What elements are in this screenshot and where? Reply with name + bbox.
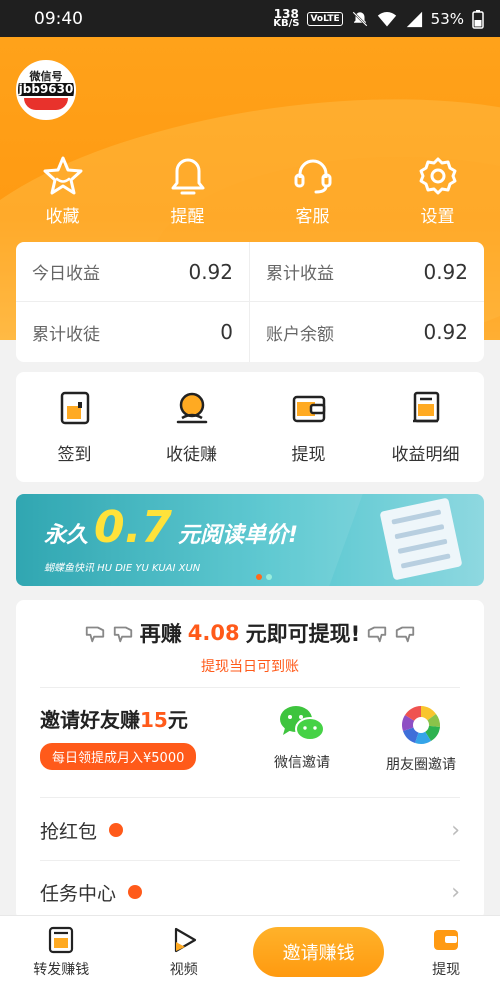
tab-video[interactable]: 视频: [122, 925, 244, 979]
withdraw-prompt: 再赚 4.08 元即可提现! 提现当日可到账: [16, 618, 484, 676]
wallet-icon: [292, 395, 325, 422]
pointing-hand-icon: [85, 626, 104, 643]
withdraw-action-button[interactable]: 提现: [250, 390, 367, 465]
quick-actions: 签到 收徒赚 提现 收益明细: [16, 372, 484, 482]
carousel-dots: [256, 574, 272, 580]
apprentice-earn-button[interactable]: 收徒赚: [133, 390, 250, 465]
wifi-icon: [377, 11, 396, 26]
total-earnings[interactable]: 累计收益 0.92: [250, 242, 484, 302]
bell-icon: [171, 158, 204, 195]
ledger-icon: [412, 391, 439, 422]
banner-subtitle: 蝴蝶鱼快讯 HU DIE YU KUAI XUN: [44, 563, 201, 574]
play-icon: [174, 927, 196, 953]
gear-icon: [419, 157, 456, 195]
headset-icon: [294, 159, 331, 194]
banner-headline: 永久 0.7 元阅读单价!: [44, 502, 299, 553]
earnings-card: 今日收益 0.92 累计收益 0.92 累计收徒 0 账户余额 0.92: [16, 242, 484, 362]
clock: 09:40: [34, 8, 83, 29]
battery-icon: [472, 9, 484, 29]
receipt-illustration: [379, 497, 463, 581]
withdraw-note: 提现当日可到账: [201, 659, 299, 675]
task-center-row[interactable]: 任务中心 ›: [40, 862, 460, 922]
total-apprentices[interactable]: 累计收徒 0: [16, 302, 250, 362]
mute-icon: [352, 10, 368, 27]
invite-friends[interactable]: 邀请好友赚15元 每日领提成月入¥5000: [40, 704, 197, 770]
volte-badge: VoLTE: [307, 11, 343, 26]
network-speed: 138 KB/S: [273, 6, 300, 29]
apprentice-icon: [176, 392, 207, 423]
wechat-icon: [280, 706, 325, 741]
reminder-button[interactable]: 提醒: [125, 154, 250, 227]
signal-icon: [406, 11, 422, 27]
pointing-hand-icon: [396, 626, 415, 643]
account-balance[interactable]: 账户余额 0.92: [250, 302, 484, 362]
customer-service-button[interactable]: 客服: [250, 154, 375, 227]
chevron-right-icon: ›: [451, 817, 460, 843]
star-icon: [43, 156, 82, 195]
battery-percent: 53%: [430, 9, 464, 28]
signin-button[interactable]: 签到: [16, 390, 133, 465]
moments-invite-button[interactable]: 朋友圈邀请: [386, 704, 456, 774]
wechat-invite-button[interactable]: 微信邀请: [274, 704, 330, 772]
wallet-tab-icon: [434, 930, 459, 950]
pointing-hand-icon: [368, 626, 387, 643]
bottom-tab-bar: 转发赚钱 视频 邀请赚钱 提现: [0, 915, 500, 988]
settings-button[interactable]: 设置: [375, 154, 500, 227]
notification-dot: [109, 823, 124, 837]
moments-icon: [402, 706, 441, 744]
tab-withdraw[interactable]: 提现: [392, 925, 500, 979]
repost-icon: [49, 926, 74, 954]
red-packet-row[interactable]: 抢红包 ›: [40, 800, 460, 860]
today-earnings[interactable]: 今日收益 0.92: [16, 242, 250, 302]
avatar[interactable]: 微信号 jbb9630: [16, 60, 76, 120]
notification-dot: [128, 885, 143, 899]
earnings-detail-button[interactable]: 收益明细: [367, 390, 484, 465]
pointing-hand-icon: [113, 626, 132, 643]
status-bar: 09:40 138 KB/S VoLTE 53%: [0, 0, 500, 37]
signin-icon: [60, 391, 89, 424]
tab-repost[interactable]: 转发赚钱: [0, 925, 122, 979]
invite-pill: 每日领提成月入¥5000: [40, 743, 197, 770]
top-nav: 收藏 提醒 客服 设置: [0, 154, 500, 227]
invite-earn-button[interactable]: 邀请赚钱: [252, 927, 385, 977]
chevron-right-icon: ›: [451, 879, 460, 905]
promo-banner[interactable]: 永久 0.7 元阅读单价! 蝴蝶鱼快讯 HU DIE YU KUAI XUN: [16, 494, 484, 586]
favorites-button[interactable]: 收藏: [0, 154, 125, 227]
tasks-card: 再赚 4.08 元即可提现! 提现当日可到账 邀请好友赚15元 每日领提成月入¥50…: [16, 600, 484, 920]
